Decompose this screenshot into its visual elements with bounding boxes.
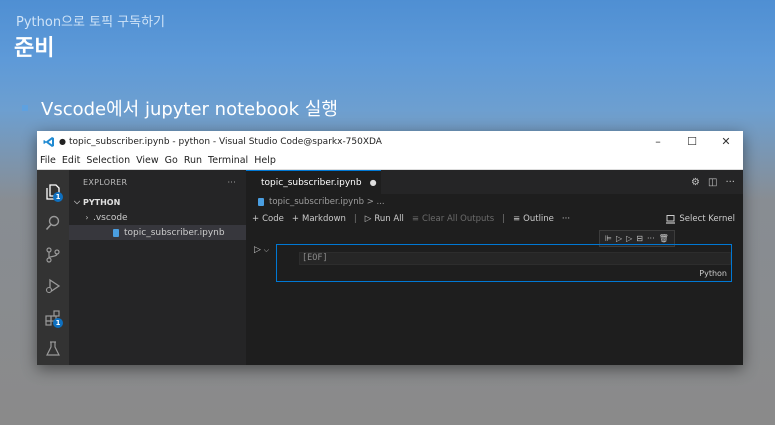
editor-area: topic_subscriber.ipynb ● ⚙ ◫ ··· topic_s… (246, 170, 743, 365)
toolbar-more-button[interactable]: ··· (562, 214, 570, 224)
select-kernel-label: Select Kernel (679, 214, 735, 224)
search-activity[interactable] (37, 208, 69, 240)
menu-view[interactable]: View (133, 155, 162, 166)
search-icon (44, 214, 62, 232)
outline-button[interactable]: ≡ Outline (513, 214, 554, 224)
kernel-icon (666, 214, 676, 224)
tree-item-label: .vscode (93, 212, 128, 223)
window-controls: – ☐ ✕ (641, 131, 743, 152)
run-cell-icon[interactable]: ▷ (254, 245, 261, 255)
add-code-cell-button[interactable]: + Code (252, 214, 284, 224)
slide-bullet: Vscode에서 jupyter notebook 실행 (22, 95, 338, 121)
menu-selection[interactable]: Selection (83, 155, 133, 166)
add-markdown-label: Markdown (302, 214, 346, 224)
menu-run[interactable]: Run (181, 155, 205, 166)
tree-item-label: topic_subscriber.ipynb (124, 227, 225, 238)
tab-label: topic_subscriber.ipynb (261, 177, 362, 188)
bullet-text: Vscode에서 jupyter notebook 실행 (41, 99, 338, 120)
workspace-section[interactable]: ⌵ PYTHON (69, 194, 246, 210)
menu-file[interactable]: File (37, 155, 59, 166)
notebook-file-icon (258, 198, 264, 206)
menu-edit[interactable]: Edit (59, 155, 83, 166)
clear-outputs-label: Clear All Outputs (422, 214, 495, 224)
window-title: topic_subscriber.ipynb - python - Visual… (68, 136, 382, 147)
settings-gear-icon[interactable]: ⚙ (691, 177, 700, 188)
clear-all-icon: ≡ (411, 214, 420, 224)
menu-go[interactable]: Go (162, 155, 181, 166)
close-button[interactable]: ✕ (709, 131, 743, 152)
tab-notebook[interactable]: topic_subscriber.ipynb ● (246, 170, 381, 194)
split-cell-icon[interactable]: ⊟ (636, 234, 643, 243)
execute-cell-and-below-icon[interactable]: ▷ (616, 234, 622, 243)
add-markdown-cell-button[interactable]: + Markdown (292, 214, 346, 224)
slide-subtitle: Python으로 토픽 구독하기 (16, 15, 166, 30)
plus-icon: + (291, 214, 300, 224)
plus-icon: + (252, 214, 260, 224)
explorer-activity[interactable]: 1 (37, 176, 69, 208)
slide-title: 준비 (14, 36, 55, 61)
extensions-badge: 1 (53, 317, 63, 328)
run-debug-icon (44, 277, 62, 295)
menu-bar: File Edit Selection View Go Run Terminal… (37, 152, 743, 170)
menu-help[interactable]: Help (251, 155, 279, 166)
cell-more-icon[interactable]: ··· (647, 234, 655, 243)
explorer-title: EXPLORER (83, 177, 128, 187)
cell-editor[interactable]: [EOF] (299, 252, 731, 265)
menu-terminal[interactable]: Terminal (205, 155, 251, 166)
split-editor-icon[interactable]: ◫ (708, 177, 717, 188)
outline-label: Outline (523, 214, 554, 224)
cell-run-controls: ▷ ⌵ (254, 245, 269, 255)
vscode-window: ● topic_subscriber.ipynb - python - Visu… (37, 131, 743, 365)
run-options-chevron-icon[interactable]: ⌵ (264, 246, 269, 254)
source-control-activity[interactable] (37, 239, 69, 271)
run-debug-activity[interactable] (37, 271, 69, 303)
explorer-more-button[interactable]: ··· (227, 178, 236, 187)
breadcrumb-text[interactable]: topic_subscriber.ipynb > ... (269, 197, 385, 207)
vscode-logo-icon (43, 136, 55, 148)
code-cell[interactable]: [EOF] Python (276, 244, 732, 282)
explorer-header: EXPLORER ··· (69, 170, 246, 194)
tree-item-notebook[interactable]: topic_subscriber.ipynb (69, 225, 246, 240)
title-bar: ● topic_subscriber.ipynb - python - Visu… (37, 131, 743, 152)
notebook-file-icon (113, 228, 119, 237)
chevron-down-icon: ⌵ (73, 197, 81, 206)
workspace-section-label: PYTHON (83, 197, 121, 207)
toolbar-separator: | (502, 214, 506, 224)
testing-icon (44, 340, 62, 358)
toolbar-separator: | (353, 214, 357, 224)
tab-bar: topic_subscriber.ipynb ● ⚙ ◫ ··· (246, 170, 743, 194)
select-kernel-button[interactable]: Select Kernel (666, 210, 735, 228)
add-code-label: Code (262, 214, 284, 224)
workbench: 1 1 EXPLORER ··· ⌵ PYTHON › .vscode topi… (37, 170, 743, 365)
execute-cell-icon[interactable]: ▷ (626, 234, 632, 243)
execute-above-icon[interactable]: ⊫ (605, 234, 612, 243)
extensions-activity[interactable]: 1 (37, 302, 69, 334)
minimize-button[interactable]: – (641, 131, 675, 152)
tree-item-vscode[interactable]: › .vscode (69, 210, 246, 225)
run-all-button[interactable]: ▷ Run All (365, 214, 404, 224)
source-control-icon (44, 246, 62, 264)
more-actions-icon[interactable]: ··· (725, 177, 735, 188)
explorer-badge: 1 (53, 191, 63, 202)
maximize-button[interactable]: ☐ (675, 131, 709, 152)
clear-outputs-button[interactable]: ≡ Clear All Outputs (412, 214, 494, 224)
activity-bar: 1 1 (37, 170, 69, 365)
bullet-marker (22, 105, 28, 111)
explorer-sidebar: EXPLORER ··· ⌵ PYTHON › .vscode topic_su… (69, 170, 246, 365)
list-icon: ≡ (513, 214, 521, 224)
notebook-toolbar: + Code + Markdown | ▷ Run All ≡ Clear All Ou… (246, 210, 743, 228)
breadcrumb: topic_subscriber.ipynb > ... (246, 194, 743, 210)
run-all-label: Run All (374, 214, 404, 224)
editor-actions: ⚙ ◫ ··· (691, 170, 735, 194)
chevron-right-icon: › (85, 213, 89, 222)
cell-language-label[interactable]: Python (699, 269, 727, 278)
run-all-icon: ▷ (364, 214, 372, 224)
testing-activity[interactable] (37, 334, 69, 366)
modified-dot: ● (59, 137, 66, 146)
delete-cell-icon[interactable]: 🗑 (659, 234, 669, 243)
tab-dirty-indicator[interactable]: ● (370, 178, 377, 187)
